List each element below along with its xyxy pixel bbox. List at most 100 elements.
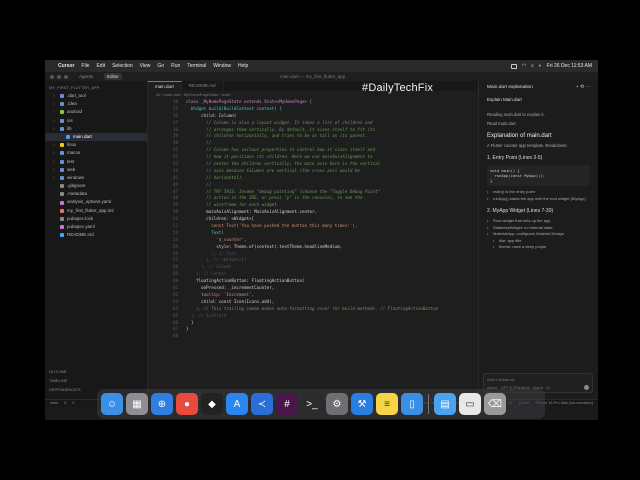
editor-toggle-button[interactable]: Editor bbox=[104, 73, 122, 80]
menu-window[interactable]: Window bbox=[213, 63, 231, 69]
app-store-icon[interactable]: A bbox=[226, 393, 248, 415]
code-area[interactable]: 30 class _MyHomePageState extends State<M… bbox=[148, 99, 478, 340]
control-center-icon[interactable]: ◐ bbox=[539, 63, 542, 69]
tab-main-dart[interactable]: main.dart bbox=[148, 81, 182, 91]
terminal-icon[interactable]: >_ bbox=[301, 393, 323, 415]
sidebar-item[interactable]: analysis_options.yaml bbox=[45, 198, 147, 206]
sidebar-item[interactable]: .gitignore bbox=[45, 182, 147, 190]
code-line[interactable]: 30 class _MyHomePageState extends State<M… bbox=[148, 99, 478, 106]
code-line[interactable]: 46 // bbox=[148, 182, 478, 189]
menu-app-name[interactable]: Cursor bbox=[58, 63, 74, 69]
code-line[interactable]: 60 floatingActionButton: FloatingActionB… bbox=[148, 278, 478, 285]
sidebar-item[interactable]: › test bbox=[45, 158, 147, 166]
agents-toggle-button[interactable]: Agents bbox=[76, 73, 96, 80]
system-settings-icon[interactable]: ⚙ bbox=[326, 393, 348, 415]
warnings-status[interactable]: 0 bbox=[72, 401, 74, 405]
sidebar-item[interactable]: › ios bbox=[45, 117, 147, 125]
code-line[interactable]: 67} bbox=[148, 326, 478, 333]
sidebar-item[interactable]: › .idea bbox=[45, 100, 147, 108]
code-line[interactable]: 51 children: <Widget>[ bbox=[148, 216, 478, 223]
code-line[interactable]: 52 const Text('You have pushed the butto… bbox=[148, 223, 478, 230]
code-line[interactable]: 39 // children horizontally, and tries t… bbox=[148, 133, 478, 140]
code-line[interactable]: 50 mainAxisAlignment: MainAxisAlignment.… bbox=[148, 209, 478, 216]
errors-status[interactable]: 0 bbox=[64, 401, 66, 405]
code-line[interactable]: 37 // Column is also a layout widget. It… bbox=[148, 120, 478, 127]
notes-icon[interactable]: ≡ bbox=[376, 393, 398, 415]
branch-status[interactable]: main bbox=[50, 401, 58, 405]
wifi-icon[interactable]: ◠ bbox=[522, 63, 526, 69]
code-line[interactable]: 49 // wireframe for each widget. bbox=[148, 202, 478, 209]
code-line[interactable]: 56 ), // Text bbox=[148, 251, 478, 258]
launchpad-icon[interactable]: ▦ bbox=[126, 393, 148, 415]
menu-go[interactable]: Go bbox=[157, 63, 164, 69]
sidebar-item[interactable]: › macos bbox=[45, 149, 147, 157]
safari-icon[interactable]: ⊕ bbox=[151, 393, 173, 415]
user-message[interactable]: Explain Main.dart bbox=[487, 97, 590, 102]
sidebar-item[interactable]: pubspec.yaml bbox=[45, 223, 147, 231]
code-line[interactable]: 44 // axis because Columns are vertical … bbox=[148, 168, 478, 175]
sidebar-item[interactable]: .metadata bbox=[45, 190, 147, 198]
zoom-window-button[interactable] bbox=[64, 74, 68, 79]
menu-run[interactable]: Run bbox=[171, 63, 180, 69]
trash-icon[interactable]: ⌫ bbox=[484, 393, 506, 415]
sidebar-item[interactable]: › web bbox=[45, 166, 147, 174]
sidebar-item[interactable]: main.dart bbox=[45, 132, 147, 142]
code-line[interactable]: 66 } bbox=[148, 320, 478, 327]
preview-icon[interactable]: ▭ bbox=[459, 393, 481, 415]
code-line[interactable]: 47 // TRY THIS: Invoke "debug painting" … bbox=[148, 189, 478, 196]
xcode-icon[interactable]: ⚒ bbox=[351, 393, 373, 415]
menu-help[interactable]: Help bbox=[238, 63, 248, 69]
simulator-icon[interactable]: ▯ bbox=[401, 393, 423, 415]
menu-selection[interactable]: Selection bbox=[112, 63, 133, 69]
sidebar-item[interactable]: › .dart_tool bbox=[45, 92, 147, 100]
code-line[interactable]: 42 // how it positions its children. Her… bbox=[148, 154, 478, 161]
sidebar-item[interactable]: › linux bbox=[45, 141, 147, 149]
code-line[interactable]: 63 child: const Icon(Icons.add), bbox=[148, 299, 478, 306]
chrome-icon[interactable]: ● bbox=[176, 393, 198, 415]
explorer-project-title[interactable]: MY_FIRST_FLUTTER_APP bbox=[45, 81, 147, 92]
tab-readme[interactable]: README.md bbox=[182, 81, 224, 91]
close-window-button[interactable] bbox=[50, 74, 54, 79]
code-line[interactable]: 55 style: Theme.of(context).textTheme.he… bbox=[148, 244, 478, 251]
code-line[interactable]: 36 child: Column( bbox=[148, 113, 478, 120]
menu-view[interactable]: View bbox=[140, 63, 151, 69]
code-line[interactable]: 62 tooltip: 'Increment', bbox=[148, 292, 478, 299]
code-line[interactable]: 65 ); // Scaffold bbox=[148, 313, 478, 320]
send-icon[interactable] bbox=[584, 385, 589, 390]
code-line[interactable]: 40 // bbox=[148, 140, 478, 147]
sidebar-item[interactable]: › android bbox=[45, 108, 147, 116]
code-line[interactable]: 68 bbox=[148, 333, 478, 340]
downloads-folder-icon[interactable]: ▤ bbox=[434, 393, 456, 415]
code-line[interactable]: 61 onPressed: _incrementCounter, bbox=[148, 285, 478, 292]
code-line[interactable]: 58 ), // Column bbox=[148, 264, 478, 271]
sidebar-item[interactable]: › windows bbox=[45, 174, 147, 182]
code-line[interactable]: 45 // horizontal). bbox=[148, 175, 478, 182]
code-line[interactable]: 57 ], // <Widget>[] bbox=[148, 257, 478, 264]
sidebar-item[interactable]: my_first_flutter_app.iml bbox=[45, 207, 147, 215]
code-line[interactable]: 41 // Column has various properties to c… bbox=[148, 147, 478, 154]
code-line[interactable]: 43 // center the children vertically; th… bbox=[148, 161, 478, 168]
timeline-section[interactable]: TIMELINE bbox=[45, 378, 148, 383]
cursor-icon[interactable]: ◆ bbox=[201, 393, 223, 415]
sidebar-item[interactable]: › lib bbox=[45, 125, 147, 133]
code-line[interactable]: 59 ), // Center bbox=[148, 271, 478, 278]
vscode-icon[interactable]: ≺ bbox=[251, 393, 273, 415]
code-line[interactable]: 31 Widget build(BuildContext context) { bbox=[148, 106, 478, 113]
menu-edit[interactable]: Edit bbox=[96, 63, 105, 69]
menubar-clock[interactable]: Fri 26 Dec 11:53 AM bbox=[547, 63, 592, 69]
slack-icon[interactable]: # bbox=[276, 393, 298, 415]
menu-terminal[interactable]: Terminal bbox=[187, 63, 206, 69]
code-line[interactable]: 64 ), // This trailing comma makes auto-… bbox=[148, 306, 478, 313]
code-line[interactable]: 54 '$_counter', bbox=[148, 237, 478, 244]
sidebar-item[interactable]: pubspec.lock bbox=[45, 215, 147, 223]
outline-section[interactable]: OUTLINE bbox=[45, 369, 148, 374]
finder-icon[interactable]: ☺ bbox=[101, 393, 123, 415]
battery-icon[interactable] bbox=[510, 63, 517, 69]
read-file-label[interactable]: Read main.dart bbox=[487, 121, 590, 127]
minimize-window-button[interactable] bbox=[57, 74, 61, 79]
menu-file[interactable]: File bbox=[81, 63, 89, 69]
sidebar-item[interactable]: README.md bbox=[45, 231, 147, 239]
new-chat-icon[interactable]: + ⟲ ⋯ bbox=[576, 85, 590, 90]
code-line[interactable]: 38 // arranges them vertically. By defau… bbox=[148, 127, 478, 134]
code-line[interactable]: 48 // action in the IDE, or press "p" in… bbox=[148, 195, 478, 202]
